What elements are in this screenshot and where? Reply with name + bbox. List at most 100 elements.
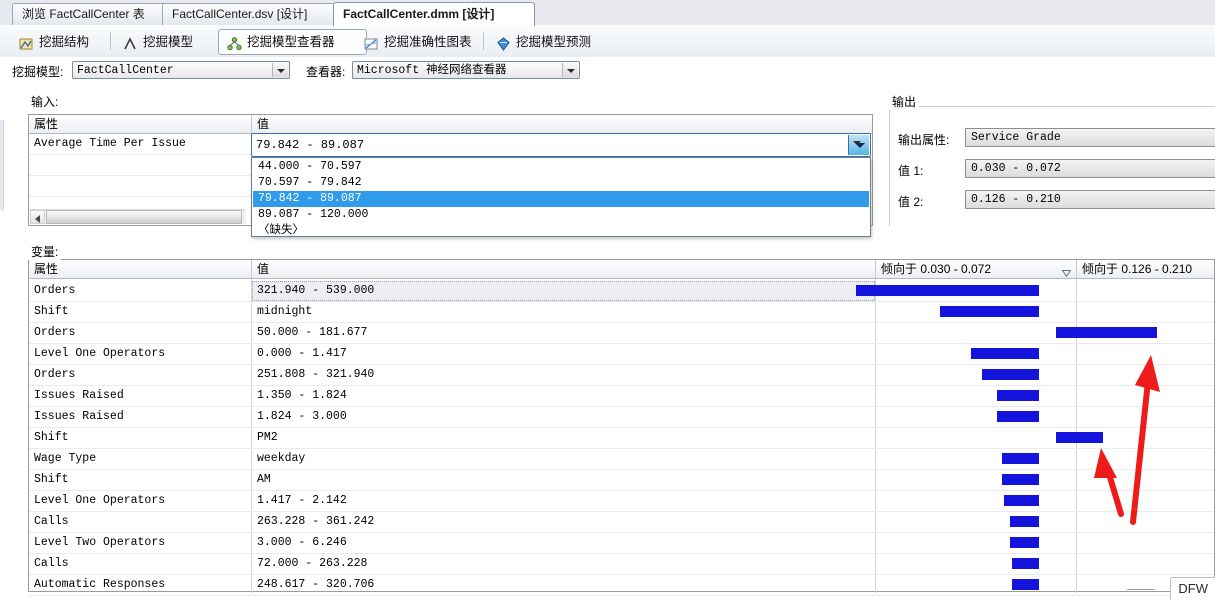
mining-model-viewer-icon <box>227 35 242 51</box>
mining-accuracy-chart-icon <box>364 35 379 50</box>
chevron-down-icon[interactable] <box>848 135 869 155</box>
row-attribute: Shift <box>34 431 69 444</box>
input-value-selected: 79.842 - 89.087 <box>256 138 365 152</box>
variables-header-favors-left[interactable]: 倾向于 0.030 - 0.072 <box>876 260 1076 278</box>
variables-section-caption: 变量: <box>28 243 62 260</box>
input-horizontal-scrollbar[interactable] <box>30 209 246 224</box>
table-row[interactable]: Issues Raised 1.350 - 1.824 <box>29 386 1214 407</box>
document-tab-label: FactCallCenter.dmm [设计] <box>343 7 495 21</box>
status-badge[interactable]: DFW <box>1170 577 1215 600</box>
table-row[interactable]: Shift AM <box>29 470 1214 491</box>
table-row[interactable]: Shift PM2 <box>29 428 1214 449</box>
dropdown-option-0[interactable]: 44.000 - 70.597 <box>253 159 869 175</box>
table-row[interactable]: Orders 251.808 - 321.940 <box>29 365 1214 386</box>
row-value: 72.000 - 263.228 <box>257 557 368 570</box>
view-tab-4[interactable]: 挖掘准确性图表 <box>355 29 499 55</box>
sort-descending-icon[interactable] <box>1061 266 1072 278</box>
row-attribute: Level One Operators <box>34 494 166 507</box>
view-tab-separator <box>483 32 484 50</box>
table-row[interactable]: Level One Operators 1.417 - 2.142 <box>29 491 1214 512</box>
row-attribute: Level One Operators <box>34 347 166 360</box>
output-value2-label: 值 2: <box>898 195 924 209</box>
view-tab-label: 挖掘结构 <box>39 35 90 49</box>
row-attribute: Orders <box>34 284 76 297</box>
output-value1-field[interactable]: 0.030 - 0.072 <box>965 159 1215 178</box>
view-tab-3[interactable]: 挖掘模型查看器 <box>218 29 367 55</box>
influence-bar <box>1004 495 1039 506</box>
output-value2-field[interactable]: 0.126 - 0.210 <box>965 190 1215 209</box>
viewer-combobox[interactable]: Microsoft 神经网络查看器 <box>352 61 580 79</box>
chevron-down-icon[interactable] <box>272 63 288 77</box>
view-tab-2[interactable]: 挖掘模型 <box>114 29 230 55</box>
variables-grid[interactable]: 属性 值 倾向于 0.030 - 0.072 倾向于 0.126 - 0.210… <box>28 259 1215 596</box>
view-tab-5[interactable]: 挖掘模型预测 <box>487 29 617 55</box>
row-value: 50.000 - 181.677 <box>257 326 368 339</box>
table-row[interactable]: Shift midnight <box>29 302 1214 323</box>
row-attribute: Automatic Responses <box>34 578 166 591</box>
output-attribute-label: 输出属性: <box>898 133 950 147</box>
variables-header-favors-right[interactable]: 倾向于 0.126 - 0.210 <box>1077 260 1215 278</box>
document-tab-0[interactable]: 浏览 FactCallCenter 表 <box>12 3 184 25</box>
input-row-attribute: Average Time Per Issue <box>34 137 186 150</box>
row-attribute: Shift <box>34 473 69 486</box>
mining-model-value: FactCallCenter <box>77 64 174 77</box>
influence-bar <box>940 306 1039 317</box>
output-value1-label: 值 1: <box>898 164 924 178</box>
document-tab-label: FactCallCenter.dsv [设计] <box>172 7 308 21</box>
dropdown-option-1[interactable]: 70.597 - 79.842 <box>253 175 869 191</box>
input-section-caption: 输入: <box>28 93 62 110</box>
view-tab-separator <box>110 32 111 50</box>
table-row[interactable]: Level One Operators 0.000 - 1.417 <box>29 344 1214 365</box>
variables-header-value[interactable]: 值 <box>252 260 875 278</box>
document-tab-bar: 浏览 FactCallCenter 表 FactCallCenter.dsv [设… <box>0 0 1215 26</box>
row-attribute: Wage Type <box>34 452 97 465</box>
document-tab-1[interactable]: FactCallCenter.dsv [设计] <box>162 3 355 25</box>
output-attribute-field[interactable]: Service Grade <box>965 128 1215 147</box>
scroll-left-icon[interactable] <box>30 210 45 224</box>
table-row[interactable]: Wage Type weekday <box>29 449 1214 470</box>
table-row[interactable]: Calls 263.228 - 361.242 <box>29 512 1214 533</box>
row-value: 263.228 - 361.242 <box>257 515 375 528</box>
influence-bar <box>1056 327 1157 338</box>
table-row[interactable]: Level Two Operators 3.000 - 6.246 <box>29 533 1214 554</box>
row-value: 321.940 - 539.000 <box>252 281 875 301</box>
influence-bar <box>971 348 1039 359</box>
mining-model-label: 挖掘模型: <box>12 65 64 79</box>
input-header-attribute[interactable]: 属性 <box>29 115 251 133</box>
influence-bar <box>1010 516 1039 527</box>
row-value: 1.350 - 1.824 <box>257 389 347 402</box>
input-value-dropdown-list[interactable]: 44.000 - 70.597 70.597 - 79.842 79.842 - 8… <box>251 157 871 237</box>
dropdown-option-3[interactable]: 89.087 - 120.000 <box>253 207 869 223</box>
row-value: midnight <box>257 305 313 318</box>
table-row[interactable]: Orders 321.940 - 539.000 <box>29 281 1214 302</box>
input-header-value[interactable]: 值 <box>252 115 872 133</box>
scrollbar-thumb[interactable] <box>46 210 242 224</box>
influence-bar <box>856 285 1039 296</box>
influence-bar <box>982 369 1039 380</box>
table-row[interactable]: Issues Raised 1.824 - 3.000 <box>29 407 1214 428</box>
chevron-down-icon[interactable] <box>562 63 578 77</box>
table-row[interactable]: Calls 72.000 - 263.228 <box>29 554 1214 575</box>
table-row[interactable]: Automatic Responses 248.617 - 320.706 <box>29 575 1214 596</box>
table-row[interactable]: Orders 50.000 - 181.677 <box>29 323 1214 344</box>
row-value: weekday <box>257 452 306 465</box>
mining-model-combobox[interactable]: FactCallCenter <box>72 61 290 79</box>
row-value: 3.000 - 6.246 <box>257 536 347 549</box>
viewer-value: Microsoft 神经网络查看器 <box>357 64 507 77</box>
output-section-caption: 输出 <box>889 93 920 110</box>
document-tab-2[interactable]: FactCallCenter.dmm [设计] <box>333 2 535 26</box>
mining-structure-icon <box>19 35 34 50</box>
row-value: PM2 <box>257 431 278 444</box>
row-attribute: Orders <box>34 326 76 339</box>
input-value-combobox[interactable]: 79.842 - 89.087 <box>251 133 871 157</box>
variables-header-attribute[interactable]: 属性 <box>29 260 251 278</box>
view-tab-label: 挖掘准确性图表 <box>384 35 472 49</box>
dropdown-option-4[interactable]: 〈缺失〉 <box>253 223 869 239</box>
view-tab-1[interactable]: 挖掘结构 <box>10 29 126 55</box>
influence-bar <box>997 390 1039 401</box>
row-attribute: Shift <box>34 305 69 318</box>
dropdown-option-2[interactable]: 79.842 - 89.087 <box>253 191 869 207</box>
influence-bar <box>1012 558 1039 569</box>
row-attribute: Level Two Operators <box>34 536 166 549</box>
influence-bar <box>1056 432 1103 443</box>
